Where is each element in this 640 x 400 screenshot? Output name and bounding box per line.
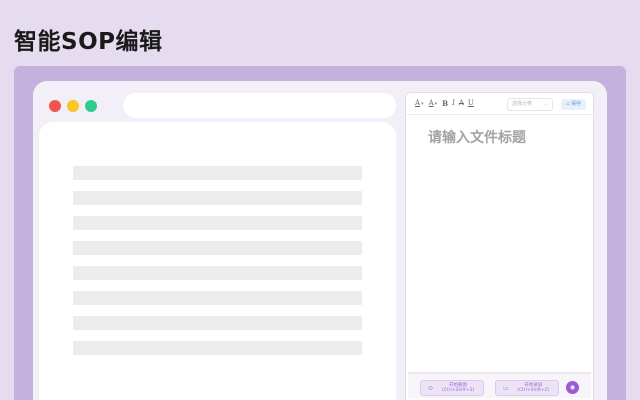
skeleton-line bbox=[73, 191, 362, 205]
assistant-button[interactable]: ◉ bbox=[566, 381, 579, 394]
title-input[interactable]: 请输入文件标题 bbox=[428, 127, 526, 147]
screenshot-shortcut: (Ctrl+Shift+S) bbox=[441, 388, 475, 393]
page-title: 智能SOP编辑 bbox=[14, 29, 163, 55]
record-shortcut: (Ctrl+Shift+Z) bbox=[517, 388, 550, 393]
category-placeholder: 选择分类 bbox=[512, 101, 533, 107]
skeleton-line bbox=[73, 341, 362, 355]
background-color-icon[interactable]: A bbox=[429, 100, 434, 107]
editor-toolbar: A ▾ A ▾ B I A U 选择分类 ⌄ ▫ 保存 bbox=[406, 93, 593, 115]
font-color-icon[interactable]: A bbox=[415, 100, 420, 107]
window-maximize-button[interactable] bbox=[85, 100, 97, 112]
record-text: 开始录屏 (Ctrl+Shift+Z) bbox=[509, 383, 558, 394]
assistant-icon: ◉ bbox=[569, 384, 576, 391]
chevron-down-icon[interactable]: ▾ bbox=[421, 101, 424, 107]
italic-icon[interactable]: I bbox=[452, 100, 455, 107]
window-minimize-button[interactable] bbox=[67, 100, 79, 112]
category-select[interactable]: 选择分类 ⌄ bbox=[507, 98, 553, 111]
strikethrough-icon[interactable]: A bbox=[459, 100, 464, 107]
skeleton-line bbox=[73, 241, 362, 255]
start-recording-button[interactable]: ▭ 开始录屏 (Ctrl+Shift+Z) bbox=[495, 380, 559, 396]
skeleton-line bbox=[73, 316, 362, 330]
save-label: 保存 bbox=[570, 101, 581, 107]
save-icon: ▫ bbox=[566, 101, 570, 107]
skeleton-line bbox=[73, 166, 362, 180]
bold-icon[interactable]: B bbox=[442, 100, 448, 107]
window-close-button[interactable] bbox=[49, 100, 61, 112]
screenshot-label: 开始截图 bbox=[449, 382, 468, 388]
skeleton-line bbox=[73, 291, 362, 305]
skeleton-line bbox=[73, 266, 362, 280]
document-preview bbox=[39, 122, 396, 400]
underline-icon[interactable]: U bbox=[468, 100, 474, 107]
sop-editor-panel: A ▾ A ▾ B I A U 选择分类 ⌄ ▫ 保存 请输入文件标题 ⊙ 开始… bbox=[406, 93, 593, 400]
skeleton-line bbox=[73, 216, 362, 230]
save-button[interactable]: ▫ 保存 bbox=[561, 99, 586, 110]
address-bar[interactable] bbox=[123, 93, 396, 118]
chevron-down-icon: ⌄ bbox=[543, 101, 548, 107]
screenshot-text: 开始截图 (Ctrl+Shift+S) bbox=[433, 383, 483, 394]
start-screenshot-button[interactable]: ⊙ 开始截图 (Ctrl+Shift+S) bbox=[420, 380, 484, 396]
editor-action-bar: ⊙ 开始截图 (Ctrl+Shift+S) ▭ 开始录屏 (Ctrl+Shift… bbox=[408, 372, 591, 398]
record-label: 开始录屏 bbox=[524, 382, 543, 388]
chevron-down-icon[interactable]: ▾ bbox=[435, 101, 438, 107]
